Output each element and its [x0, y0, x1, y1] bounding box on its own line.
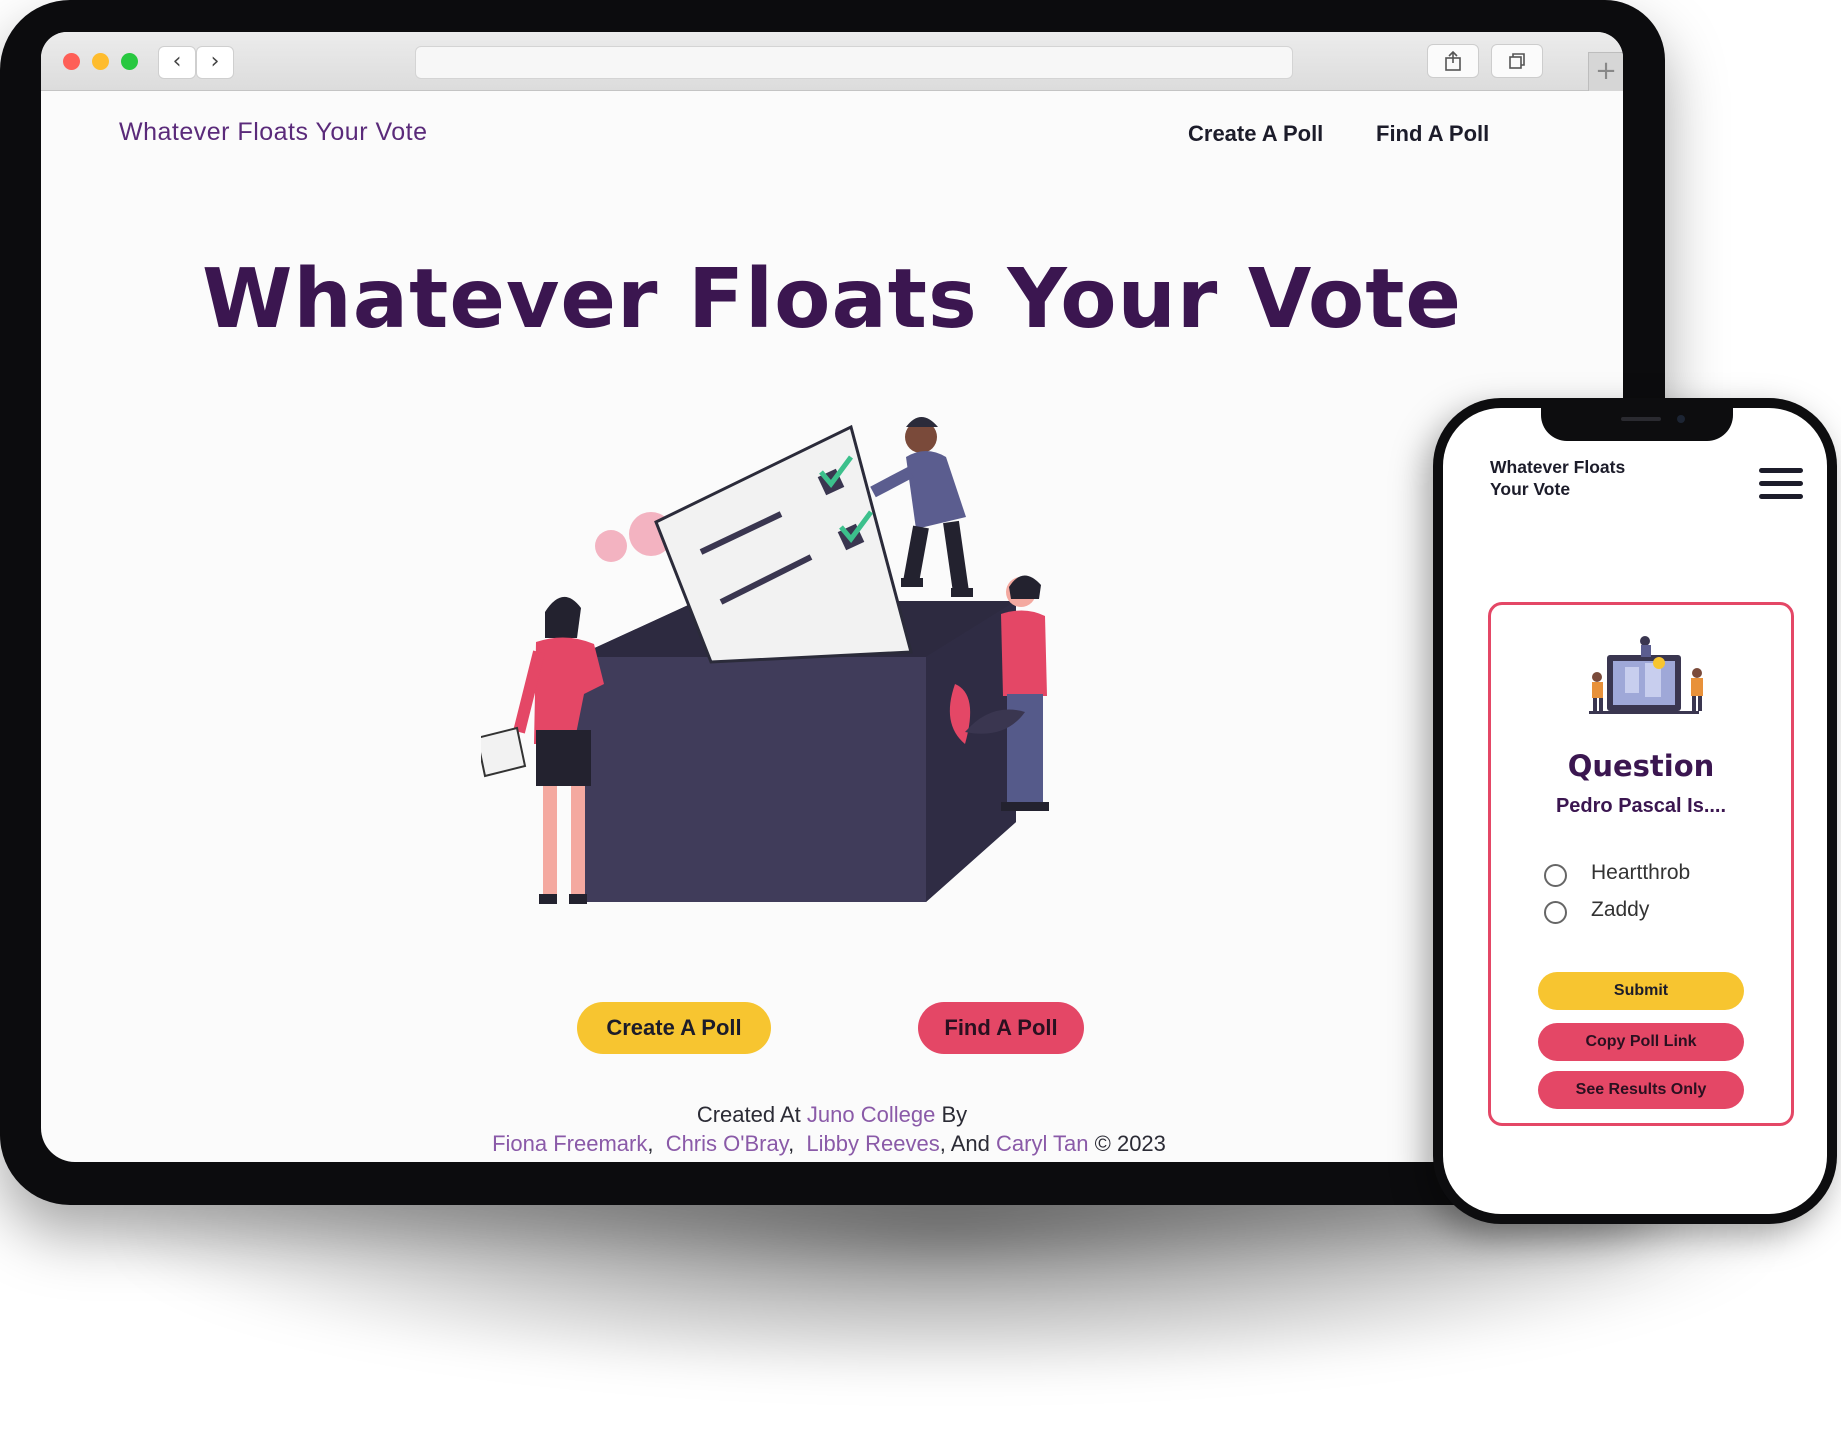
ballot-box-illustration [481, 417, 1049, 904]
poll-question: Pedro Pascal Is.... [1555, 795, 1727, 817]
footer-created-at: Created At Juno College By [696, 1102, 968, 1127]
author-link-chris[interactable]: Chris O'Bray [666, 1131, 788, 1156]
hero-title: Whatever Floats Your Vote [201, 252, 1463, 347]
author-link-libby[interactable]: Libby Reeves [806, 1131, 939, 1156]
mobile-screen: Whatever Floats Your Vote Question Pedro… [1443, 408, 1827, 1214]
footer-credits: Fiona Freemark, Chris O'Bray, Libby Reev… [492, 1131, 1166, 1156]
mobile-site-logo[interactable]: Whatever Floats Your Vote [1490, 456, 1660, 500]
option-label: Zaddy [1591, 898, 1650, 921]
juno-college-link[interactable]: Juno College [807, 1102, 935, 1127]
back-arrow-icon[interactable]: ‹ [158, 46, 196, 79]
poll-card: Question Pedro Pascal Is.... Heartthrob … [1488, 602, 1794, 1126]
see-results-only-button[interactable]: See Results Only [1538, 1071, 1744, 1109]
find-poll-button[interactable]: Find A Poll [918, 1002, 1084, 1054]
hamburger-menu-icon[interactable] [1759, 468, 1803, 502]
minimize-window-button[interactable] [92, 53, 109, 70]
forward-arrow-icon[interactable]: › [196, 46, 234, 79]
phone-notch [1541, 408, 1733, 441]
phone-device-frame: Whatever Floats Your Vote Question Pedro… [1433, 398, 1837, 1224]
close-window-button[interactable] [63, 53, 80, 70]
nav-create-poll-link[interactable]: Create A Poll [1188, 121, 1323, 147]
tabs-icon[interactable] [1491, 44, 1543, 78]
new-tab-plus-icon[interactable]: + [1588, 52, 1623, 91]
radio-button[interactable] [1544, 864, 1567, 887]
voting-illustration [1589, 636, 1703, 714]
browser-toolbar: ‹ › + [41, 32, 1623, 91]
maximize-window-button[interactable] [121, 53, 138, 70]
option-label: Heartthrob [1591, 861, 1691, 884]
address-bar[interactable] [415, 46, 1293, 79]
poll-card-title: Question [1567, 749, 1715, 783]
radio-button[interactable] [1544, 901, 1567, 924]
nav-find-poll-link[interactable]: Find A Poll [1376, 121, 1489, 147]
author-link-fiona[interactable]: Fiona Freemark [492, 1131, 647, 1156]
copy-poll-link-button[interactable]: Copy Poll Link [1538, 1023, 1744, 1061]
copyright-text: © 2023 [1088, 1131, 1166, 1156]
submit-button[interactable]: Submit [1538, 972, 1744, 1010]
tablet-device-frame: ‹ › + Whatever Floats Your Vote Create A [0, 0, 1665, 1205]
desktop-browser-window: ‹ › + Whatever Floats Your Vote Create A [41, 32, 1623, 1162]
site-logo[interactable]: Whatever Floats Your Vote [119, 118, 428, 147]
author-link-caryl[interactable]: Caryl Tan [996, 1131, 1089, 1156]
share-icon[interactable] [1427, 44, 1479, 78]
create-poll-button[interactable]: Create A Poll [577, 1002, 771, 1054]
